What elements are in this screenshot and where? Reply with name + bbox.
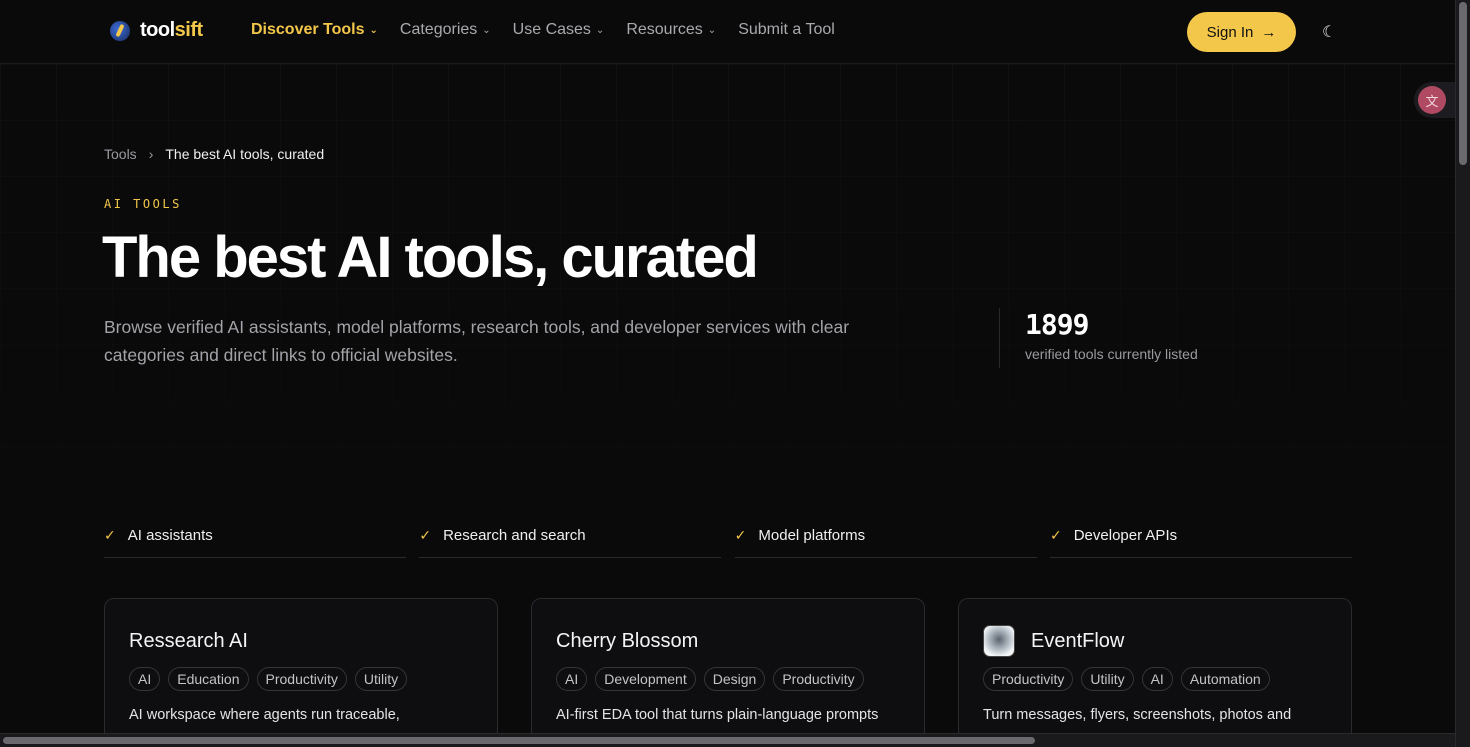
nav-label: Discover Tools <box>251 21 365 38</box>
tool-card[interactable]: EventFlow Productivity Utility AI Automa… <box>958 598 1352 733</box>
tool-card-title[interactable]: Cherry Blossom <box>556 630 698 653</box>
tag[interactable]: AI <box>556 667 588 691</box>
hero-description: Browse verified AI assistants, model pla… <box>104 317 850 365</box>
tool-card-header: EventFlow <box>983 625 1327 657</box>
logo-text-sift: sift <box>174 19 204 41</box>
tool-count-stat: 1899 verified tools currently listed <box>999 308 1198 368</box>
nav-label: Submit a Tool <box>738 21 835 38</box>
feature-item: ✓ Model platforms <box>734 520 1037 558</box>
feature-list: ✓ AI assistants ✓ Research and search ✓ Mod… <box>104 520 1352 558</box>
check-icon: ✓ <box>734 527 747 543</box>
chevron-down-icon: ⌄ <box>369 24 378 36</box>
sign-in-label: Sign In <box>1206 23 1254 41</box>
breadcrumb: Tools › The best AI tools, curated <box>104 146 324 162</box>
tool-card-tags: AI Development Design Productivity <box>556 667 900 691</box>
tool-count-caption: verified tools currently listed <box>1025 346 1198 362</box>
nav-label: Categories <box>399 21 478 38</box>
feature-item: ✓ Research and search <box>419 520 722 558</box>
tag[interactable]: Utility <box>1081 667 1134 691</box>
theme-toggle-moon-icon[interactable]: ☾ <box>1322 22 1336 42</box>
nav-discover-tools[interactable]: Discover Tools ⌄ <box>251 21 378 39</box>
tool-card-title[interactable]: EventFlow <box>1031 630 1124 653</box>
sign-in-button[interactable]: Sign In → <box>1187 12 1296 52</box>
tag[interactable]: Utility <box>354 667 408 691</box>
tool-card-title[interactable]: Ressearch AI <box>129 630 248 653</box>
tag[interactable]: AI <box>129 667 161 691</box>
logo[interactable]: toolsift <box>110 19 203 42</box>
nav-label: Use Cases <box>512 21 591 38</box>
tool-logo-icon <box>983 625 1015 657</box>
tag[interactable]: Design <box>703 667 766 691</box>
feature-label: Developer APIs <box>1073 527 1178 544</box>
feature-item: ✓ AI assistants <box>104 520 406 558</box>
tool-card-tags: AI Education Productivity Utility <box>129 667 473 691</box>
tool-card-tags: Productivity Utility AI Automation <box>983 667 1327 691</box>
tool-card[interactable]: Ressearch AI AI Education Productivity U… <box>104 598 498 733</box>
feature-label: Model platforms <box>758 527 866 544</box>
chevron-down-icon: ⌄ <box>707 24 717 36</box>
tag[interactable]: Automation <box>1180 667 1270 691</box>
breadcrumb-root-link[interactable]: Tools <box>104 146 137 162</box>
chevron-down-icon: ⌄ <box>595 24 605 36</box>
tag[interactable]: AI <box>1141 667 1173 691</box>
horizontal-scrollbar[interactable] <box>0 733 1455 747</box>
vertical-scrollbar-thumb[interactable] <box>1459 2 1467 165</box>
page: toolsift Discover Tools ⌄ Categories ⌄ Use… <box>0 0 1455 733</box>
chevron-down-icon: ⌄ <box>482 24 491 36</box>
tag[interactable]: Productivity <box>256 667 347 691</box>
chevron-right-icon: › <box>148 146 154 162</box>
feature-label: AI assistants <box>127 527 213 544</box>
tag[interactable]: Development <box>595 667 696 691</box>
page-title: The best AI tools, curated <box>102 225 759 290</box>
tag[interactable]: Education <box>168 667 249 691</box>
tool-card-header: Ressearch AI <box>129 625 473 657</box>
translate-icon: 文 <box>1418 86 1446 114</box>
tool-card-header: Cherry Blossom <box>556 625 900 657</box>
horizontal-scrollbar-thumb[interactable] <box>3 737 1035 744</box>
check-icon: ✓ <box>104 527 116 543</box>
main-nav: Discover Tools ⌄ Categories ⌄ Use Cases ⌄ R… <box>251 21 835 39</box>
nav-resources[interactable]: Resources ⌄ <box>626 21 716 39</box>
nav-use-cases[interactable]: Use Cases ⌄ <box>513 21 605 39</box>
nav-submit-tool[interactable]: Submit a Tool <box>738 21 835 39</box>
arrow-right-icon: → <box>1261 23 1277 41</box>
tag[interactable]: Productivity <box>983 667 1074 691</box>
breadcrumb-current: The best AI tools, curated <box>165 146 325 162</box>
tool-card-description: AI workspace where agents run traceable, <box>129 707 400 723</box>
top-header: toolsift Discover Tools ⌄ Categories ⌄ Use… <box>0 0 1455 64</box>
tool-card-description: AI-first EDA tool that turns plain-langu… <box>556 707 879 723</box>
vertical-scrollbar[interactable] <box>1455 0 1470 747</box>
nav-categories[interactable]: Categories ⌄ <box>400 21 491 39</box>
tool-card[interactable]: Cherry Blossom AI Development Design Pro… <box>531 598 925 733</box>
translate-widget[interactable]: 文 <box>1414 82 1455 118</box>
logo-text-tool: tool <box>140 19 175 41</box>
hero-eyebrow: AI TOOLS <box>104 197 182 211</box>
logo-text: toolsift <box>140 19 203 42</box>
check-icon: ✓ <box>1049 527 1062 543</box>
logo-mark-icon <box>110 20 130 41</box>
tool-count-value: 1899 <box>1025 308 1089 341</box>
nav-label: Resources <box>626 21 703 38</box>
check-icon: ✓ <box>419 527 432 543</box>
tag[interactable]: Productivity <box>773 667 864 691</box>
feature-label: Research and search <box>443 527 586 544</box>
tool-card-description: Turn messages, flyers, screenshots, phot… <box>983 707 1292 723</box>
feature-item: ✓ Developer APIs <box>1049 520 1352 558</box>
tool-card-grid: Ressearch AI AI Education Productivity U… <box>104 598 1352 733</box>
